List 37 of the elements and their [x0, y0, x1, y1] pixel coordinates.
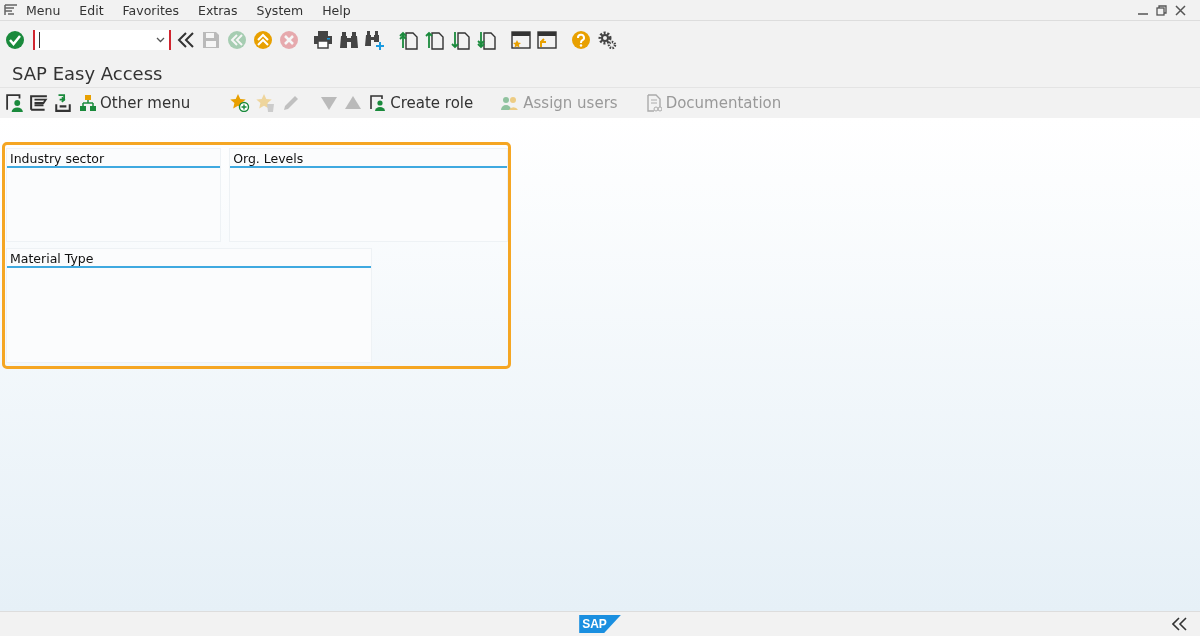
binoculars-icon[interactable]: [339, 30, 359, 50]
page-arrow-down-icon[interactable]: [451, 30, 471, 50]
users-icon: [501, 95, 520, 111]
toolbar-button[interactable]: Other menu: [78, 94, 193, 112]
menu-item[interactable]: Extras: [198, 2, 238, 18]
page-arrow-down-icon[interactable]: [477, 30, 497, 50]
user-frame-icon[interactable]: [6, 94, 24, 112]
panel-title: Material Type: [7, 249, 371, 268]
user-frame-icon: [370, 95, 387, 111]
panel-title: Org. Levels: [230, 149, 507, 168]
page-arrow-up-icon[interactable]: [425, 30, 445, 50]
restore-icon[interactable]: [1156, 4, 1167, 16]
page-arrow-up-icon[interactable]: [399, 30, 419, 50]
enter-icon[interactable]: [5, 30, 25, 50]
menu-item[interactable]: Help: [322, 2, 351, 18]
toolbar-button[interactable]: Create role: [368, 94, 476, 112]
screen-title: SAP Easy Access: [12, 62, 163, 84]
tray-arrow-icon[interactable]: [54, 94, 72, 112]
close-icon[interactable]: [1175, 4, 1186, 16]
double-chevron-left-icon[interactable]: [1172, 617, 1188, 631]
star-plus-icon[interactable]: [230, 94, 251, 112]
menu-icon[interactable]: [4, 4, 18, 16]
binoculars-plus-icon[interactable]: [365, 30, 385, 50]
command-field[interactable]: [33, 30, 171, 50]
menu-item[interactable]: System: [256, 2, 304, 18]
hierarchy-icon: [80, 95, 96, 111]
menu-item[interactable]: Menu: [26, 2, 61, 18]
print-icon[interactable]: [313, 30, 333, 50]
sap-logo: SAP: [579, 615, 621, 633]
list-frame-icon[interactable]: [30, 94, 48, 112]
panel-title: Industry sector: [7, 149, 221, 168]
menu-item[interactable]: Favorites: [122, 2, 179, 18]
document-icon: [645, 94, 662, 112]
double-chevron-left-icon[interactable]: [177, 31, 195, 49]
settings-icon[interactable]: [597, 30, 617, 50]
dropdown-caret-icon[interactable]: [156, 37, 165, 43]
menu-item[interactable]: Edit: [79, 2, 104, 18]
